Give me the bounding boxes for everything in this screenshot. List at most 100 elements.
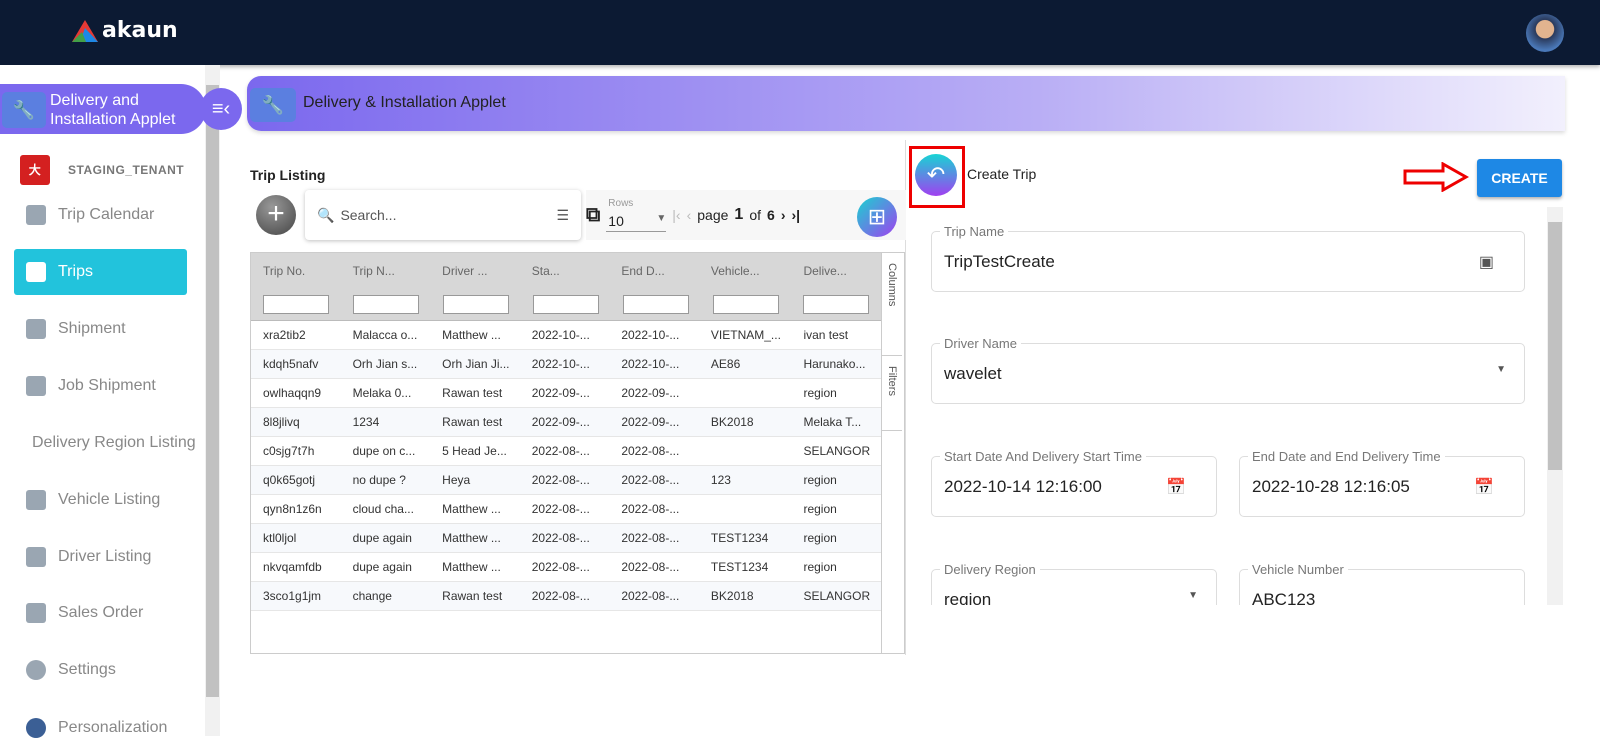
column-header[interactable]: Trip N...: [341, 264, 431, 278]
prev-page-icon[interactable]: ‹: [687, 207, 692, 223]
form-scrollbar-thumb[interactable]: [1548, 222, 1562, 470]
driver-name-select[interactable]: wavelet: [944, 364, 1002, 383]
table-row[interactable]: c0sjg7t7h dupe on c... 5 Head Je... 2022-08…: [251, 437, 881, 466]
column-header[interactable]: End D...: [609, 264, 699, 278]
tenant-selector[interactable]: 大 STAGING_TENANT: [20, 155, 184, 185]
start-date-field[interactable]: Start Date And Delivery Start Time 2022-1…: [931, 449, 1217, 517]
akaun-logo[interactable]: akaun: [72, 18, 178, 43]
search-icon: 🔍: [317, 206, 335, 223]
column-filter-input[interactable]: [353, 294, 419, 314]
delivery-region-select[interactable]: region: [944, 590, 991, 605]
column-header[interactable]: Driver ...: [430, 264, 520, 278]
column-filter-input[interactable]: [803, 294, 869, 314]
sidebar-item-sales-order[interactable]: Sales Order: [14, 590, 187, 636]
applet-name: Delivery and Installation Applet: [50, 92, 176, 128]
column-header[interactable]: Vehicle...: [699, 264, 792, 278]
nav-label: Vehicle Listing: [58, 491, 161, 508]
table-cell: 2022-10-...: [621, 328, 680, 342]
column-header[interactable]: Sta...: [520, 264, 610, 278]
filter-icon[interactable]: ☰: [556, 207, 569, 224]
grid-view-button[interactable]: ⊞: [857, 197, 897, 237]
nav-label: Personalization: [58, 719, 168, 736]
search-box[interactable]: 🔍 Search... ☰: [305, 190, 581, 240]
create-button[interactable]: CREATE: [1477, 159, 1562, 197]
columns-tab-label: Columns: [886, 263, 898, 307]
table-row[interactable]: owlhaqqn9 Melaka 0... Rawan test 2022-09-..…: [251, 379, 881, 408]
sidebar-item-delivery-region-listing[interactable]: Delivery Region Listing: [14, 420, 214, 466]
first-page-icon[interactable]: |‹: [672, 207, 680, 223]
vehicle-number-field[interactable]: Vehicle Number ABC123: [1239, 562, 1525, 605]
column-filter-input[interactable]: [713, 294, 779, 314]
table-cell: Rawan test: [442, 415, 503, 429]
table-cell: 8l8jlivq: [263, 415, 300, 429]
sidebar-item-personalization[interactable]: Personalization: [14, 705, 187, 751]
vehicle-number-input[interactable]: ABC123: [1252, 590, 1315, 605]
calendar-icon[interactable]: 📅: [1166, 477, 1186, 497]
rows-value: 10: [608, 213, 624, 229]
table-cell: 2022-08-...: [531, 444, 590, 458]
next-page-icon[interactable]: ›: [781, 207, 786, 223]
field-label: Delivery Region: [940, 562, 1040, 577]
column-filter-input[interactable]: [623, 294, 689, 314]
calendar-icon[interactable]: 📅: [1474, 477, 1494, 497]
search-input[interactable]: Search...: [340, 207, 550, 223]
column-filter-input[interactable]: [443, 294, 509, 314]
sidebar-item-trip-calendar[interactable]: Trip Calendar: [14, 192, 187, 238]
user-avatar[interactable]: [1526, 14, 1564, 52]
table-cell: 2022-09-...: [621, 386, 680, 400]
delivery-region-field[interactable]: Delivery Region region ▼: [931, 562, 1217, 605]
sidebar-item-trips[interactable]: Trips: [14, 249, 187, 295]
sidebar-item-shipment[interactable]: Shipment: [14, 306, 187, 352]
trip-name-input[interactable]: TripTestCreate: [944, 252, 1055, 271]
rows-per-page-select[interactable]: Rows 10 ▼: [606, 198, 667, 232]
end-date-field[interactable]: End Date and End Delivery Time 2022-10-28…: [1239, 449, 1525, 517]
table-cell: VIETNAM_...: [710, 328, 781, 342]
columns-tab[interactable]: Columns: [882, 253, 902, 356]
driver-name-field[interactable]: Driver Name wavelet ▼: [931, 336, 1525, 404]
column-filter-input[interactable]: [263, 294, 329, 314]
table-cell: Malacca o...: [352, 328, 418, 342]
table-row[interactable]: qyn8n1z6n cloud cha... Matthew ... 2022-08-…: [251, 495, 881, 524]
table-row[interactable]: q0k65gotj no dupe ? Heya 2022-08-... 2022-08…: [251, 466, 881, 495]
table-cell: 5 Head Je...: [442, 444, 507, 458]
map-icon: [26, 262, 46, 282]
table-row[interactable]: 3sco1g1jm change Rawan test 2022-08-... 2022…: [251, 582, 881, 611]
table-cell: Heya: [442, 473, 471, 487]
sidebar-item-job-shipment[interactable]: Job Shipment: [14, 363, 187, 409]
table-row[interactable]: ktl0ljol dupe again Matthew ... 2022-08-...…: [251, 524, 881, 553]
end-date-input[interactable]: 2022-10-28 12:16:05: [1252, 477, 1410, 496]
form-title: Create Trip: [967, 166, 1037, 182]
table-row[interactable]: 8l8jlivq 1234 Rawan test 2022-09-... 2022-09…: [251, 408, 881, 437]
table-cell: ivan test: [803, 328, 849, 342]
table-cell: cloud cha...: [352, 502, 414, 516]
side-tabs: Columns Filters: [882, 252, 905, 654]
column-header[interactable]: Trip No.: [251, 264, 341, 278]
trip-name-field[interactable]: Trip Name TripTestCreate ▣: [931, 224, 1525, 292]
collapse-sidebar-button[interactable]: ≡‹: [200, 88, 242, 130]
add-trip-button[interactable]: +: [256, 195, 296, 235]
table-cell: Harunako...: [803, 357, 866, 371]
ship-icon: [26, 319, 46, 339]
table-cell: 3sco1g1jm: [263, 589, 322, 603]
sidebar-item-settings[interactable]: Settings: [14, 647, 187, 693]
arrow-annotation-icon: [1403, 162, 1469, 192]
start-date-input[interactable]: 2022-10-14 12:16:00: [944, 477, 1102, 496]
filters-tab[interactable]: Filters: [882, 356, 902, 431]
column-header[interactable]: Delive...: [791, 264, 881, 278]
last-page-icon[interactable]: ›|: [791, 207, 800, 223]
sidebar-scrollbar-thumb[interactable]: [206, 85, 219, 697]
table-cell: SELANGOR: [803, 444, 871, 458]
column-filter-input[interactable]: [533, 294, 599, 314]
listing-title: Trip Listing: [250, 167, 326, 183]
table-cell: 2022-09-...: [531, 386, 590, 400]
sidebar-item-vehicle-listing[interactable]: Vehicle Listing: [14, 477, 187, 523]
table-cell: Matthew ...: [442, 560, 501, 574]
nav-label: Trip Calendar: [58, 206, 155, 223]
table-cell: 2022-08-...: [531, 473, 590, 487]
table-row[interactable]: nkvqamfdb dupe again Matthew ... 2022-08-..…: [251, 553, 881, 582]
table-cell: dupe on c...: [352, 444, 416, 458]
sidebar-item-driver-listing[interactable]: Driver Listing: [14, 534, 187, 580]
table-row[interactable]: xra2tib2 Malacca o... Matthew ... 2022-10-.…: [251, 321, 881, 350]
table-row[interactable]: kdqh5nafv Orh Jian s... Orh Jian Ji... 2022…: [251, 350, 881, 379]
table-cell: 2022-08-...: [621, 560, 680, 574]
